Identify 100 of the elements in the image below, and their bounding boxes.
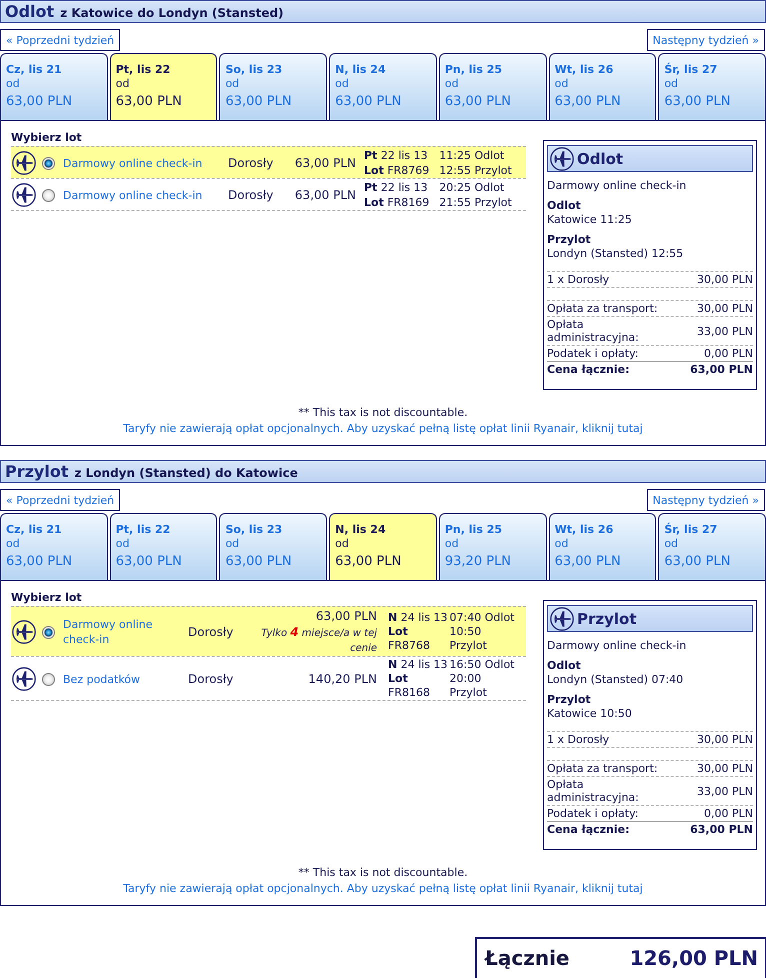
next-week-button[interactable]: Następny tydzień » xyxy=(646,29,765,51)
passenger-amount: 30,00 PLN xyxy=(696,273,753,286)
summary-title: Przylot xyxy=(577,610,637,628)
total-price-label: Cena łącznie: xyxy=(547,363,631,376)
date-tab[interactable]: Pt, lis 22 od 63,00 PLN xyxy=(110,53,218,120)
plane-icon xyxy=(550,606,574,630)
fee-label: Opłata administracyjna: xyxy=(547,318,640,344)
departure-label: Odlot xyxy=(547,199,582,213)
flight-number: Lot FR8168 xyxy=(388,672,431,700)
passenger-type: Dorosły xyxy=(188,625,234,639)
flight-date: N 24 lis 13 xyxy=(388,611,448,625)
departure-time: 07:40 Odlot xyxy=(450,611,514,625)
passenger-label: 1 x Dorosły xyxy=(547,273,610,286)
fee-label: Opłata za transport: xyxy=(547,762,659,775)
date-tab[interactable]: So, lis 23 od 63,00 PLN xyxy=(219,513,328,580)
flight-date: N 24 lis 13 xyxy=(388,658,448,672)
date-tab[interactable]: So, lis 23 od 63,00 PLN xyxy=(219,53,328,120)
date-tab[interactable]: N, lis 24 od 63,00 PLN xyxy=(329,53,437,120)
fee-amount: 0,00 PLN xyxy=(703,807,753,820)
section-title: Przylot xyxy=(5,462,68,481)
tax-note: ** This tax is not discountable. xyxy=(298,405,468,421)
flight-number: Lot FR8169 xyxy=(364,195,430,210)
route-text: z Katowice do Londyn (Stansted) xyxy=(60,6,284,20)
section-title: Odlot xyxy=(5,2,54,21)
next-week-button[interactable]: Następny tydzień » xyxy=(646,489,765,511)
flight-number: Lot FR8769 xyxy=(364,163,430,178)
fare-link[interactable]: Bez podatków xyxy=(61,672,140,686)
departure-info: Katowice 11:25 xyxy=(547,213,633,227)
fare-price: 140,20 PLN xyxy=(308,670,377,688)
tax-note: ** This tax is not discountable. xyxy=(298,865,468,881)
arrival-time: 20:00 Przylot xyxy=(450,672,488,700)
grand-total-amount: 126,00 PLN xyxy=(630,945,758,972)
date-tab[interactable]: Pn, lis 25 od 93,20 PLN xyxy=(438,513,547,580)
fee-amount: 33,00 PLN xyxy=(696,784,753,798)
date-tab[interactable]: Pn, lis 25 od 63,00 PLN xyxy=(438,53,547,120)
radio-button[interactable] xyxy=(42,626,55,638)
seats-note: Tylko 4 miejsce/a w tej cenie xyxy=(260,625,377,656)
departure-time: 11:25 Odlot xyxy=(439,148,504,163)
passenger-type: Dorosły xyxy=(228,156,274,170)
radio-button[interactable] xyxy=(42,188,55,202)
fare-name: Darmowy online check-in xyxy=(547,639,688,653)
fare-price: 63,00 PLN xyxy=(294,186,356,204)
passenger-amount: 30,00 PLN xyxy=(696,733,753,746)
plane-icon xyxy=(12,151,36,175)
fee-amount: 30,00 PLN xyxy=(696,302,753,315)
date-tab[interactable]: Śr, lis 27 od 63,00 PLN xyxy=(658,53,766,120)
previous-week-button[interactable]: « Poprzedni tydzień xyxy=(0,29,120,51)
choose-flight-label: Wybierz lot xyxy=(11,591,83,605)
flight-row[interactable]: Darmowy online check-in Dorosły 63,00 PLN Tylko 4 miejsce/a w tej cenie N 24 lis 13 07:40 Odlot Lot FR8768 10:50 Przylot xyxy=(11,606,526,656)
date-tab[interactable]: Wt, lis 26 od 63,00 PLN xyxy=(548,513,656,580)
arrival-time: 12:55 Przylot xyxy=(439,163,512,178)
fare-link[interactable]: Darmowy online check-in xyxy=(61,617,188,647)
departure-info: Londyn (Stansted) 07:40 xyxy=(547,673,684,687)
summary-title: Odlot xyxy=(577,150,624,168)
plane-icon xyxy=(12,620,36,644)
fee-amount: 33,00 PLN xyxy=(696,324,753,338)
date-tab[interactable]: Cz, lis 21 od 63,00 PLN xyxy=(0,53,108,120)
departure-time: 16:50 Odlot xyxy=(450,658,514,672)
total-price-label: Cena łącznie: xyxy=(547,823,631,836)
fare-link[interactable]: Darmowy online check-in xyxy=(61,188,202,202)
plane-icon xyxy=(12,667,36,691)
arrival-label: Przylot xyxy=(547,233,592,247)
flight-row[interactable]: Darmowy online check-in Dorosły 63,00 PLN Pt 22 lis 13 11:25 Odlot Lot FR8769 12:55 Przylot xyxy=(11,146,526,178)
flight-row[interactable]: Bez podatków Dorosły 140,20 PLN N 24 lis 13 16:50 Odlot Lot FR8168 20:00 Przylot xyxy=(11,656,526,701)
date-tab[interactable]: Pt, lis 22 od 63,00 PLN xyxy=(110,513,218,580)
fee-label: Opłata za transport: xyxy=(547,302,659,315)
fare-link[interactable]: Darmowy online check-in xyxy=(61,156,202,170)
route-text: z Londyn (Stansted) do Katowice xyxy=(74,466,298,480)
passenger-type: Dorosły xyxy=(188,672,234,686)
passenger-type: Dorosły xyxy=(228,188,274,202)
fee-amount: 0,00 PLN xyxy=(703,347,753,360)
arrival-info: Londyn (Stansted) 12:55 xyxy=(547,247,684,261)
date-tab[interactable]: Cz, lis 21 od 63,00 PLN xyxy=(0,513,108,580)
total-price-amount: 63,00 PLN xyxy=(689,823,753,836)
flight-row[interactable]: Darmowy online check-in Dorosły 63,00 PLN Pt 22 lis 13 20:25 Odlot Lot FR8169 21:55 Przylot xyxy=(11,178,526,211)
date-tab[interactable]: Śr, lis 27 od 63,00 PLN xyxy=(658,513,766,580)
plane-icon xyxy=(550,146,574,170)
radio-button[interactable] xyxy=(42,156,55,170)
arrival-info: Katowice 10:50 xyxy=(547,707,633,721)
fare-price: 63,00 PLN xyxy=(294,154,356,172)
choose-flight-label: Wybierz lot xyxy=(11,131,83,145)
fees-link[interactable]: Taryfy nie zawierają opłat opcjonalnych. Aby uzyskać pełną listę opłat linii Ryanair, kliknij tutaj xyxy=(123,881,643,897)
date-tab[interactable]: Wt, lis 26 od 63,00 PLN xyxy=(548,53,656,120)
radio-button[interactable] xyxy=(42,672,55,686)
previous-week-button[interactable]: « Poprzedni tydzień xyxy=(0,489,120,511)
passenger-label: 1 x Dorosły xyxy=(547,733,610,746)
flight-date: Pt 22 lis 13 xyxy=(364,180,428,195)
arrival-label: Przylot xyxy=(547,693,592,707)
fee-label: Podatek i opłaty: xyxy=(547,347,640,360)
arrival-time: 21:55 Przylot xyxy=(439,195,512,210)
date-tab[interactable]: N, lis 24 od 63,00 PLN xyxy=(329,513,437,580)
fee-amount: 30,00 PLN xyxy=(696,762,753,775)
fee-label: Podatek i opłaty: xyxy=(547,807,640,820)
plane-icon xyxy=(12,183,36,207)
total-price-amount: 63,00 PLN xyxy=(689,363,753,376)
flight-date: Pt 22 lis 13 xyxy=(364,148,428,163)
flight-number: Lot FR8768 xyxy=(388,625,431,653)
fees-link[interactable]: Taryfy nie zawierają opłat opcjonalnych. Aby uzyskać pełną listę opłat linii Ryanair, kliknij tutaj xyxy=(123,421,643,437)
arrival-time: 10:50 Przylot xyxy=(450,625,488,653)
fare-name: Darmowy online check-in xyxy=(547,179,688,193)
